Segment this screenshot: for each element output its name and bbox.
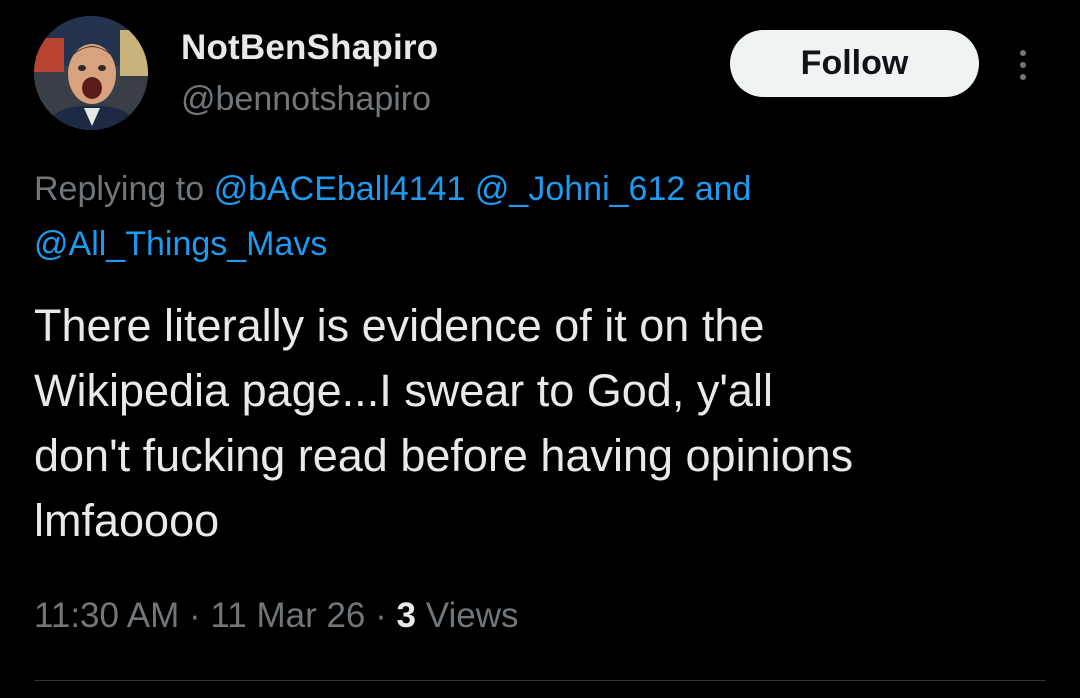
author-handle[interactable]: @bennotshapiro [181,80,431,119]
avatar[interactable] [34,16,148,130]
replying-to: Replying to @bACEball4141 @_Johni_612 an… [34,162,1034,272]
avatar-image [34,16,148,130]
tweet-card: NotBenShapiro @bennotshapiro Follow Repl… [0,0,1080,698]
more-dot-2 [1020,62,1026,68]
mention-link[interactable]: @bACEball4141 [214,170,466,208]
tweet-time[interactable]: 11:30 AM [34,596,179,635]
views-label: Views [425,596,519,635]
meta-separator: · [375,596,387,635]
author-display-name[interactable]: NotBenShapiro [181,28,438,68]
follow-button[interactable]: Follow [730,30,979,97]
replying-conjunction[interactable]: and [695,170,752,208]
meta-separator: · [189,596,201,635]
more-dot-1 [1020,50,1026,56]
tweet-date[interactable]: 11 Mar 26 [210,596,365,635]
mention-link[interactable]: @All_Things_Mavs [34,225,327,263]
mention-link[interactable]: @_Johni_612 [475,170,685,208]
replying-prefix: Replying to [34,170,205,208]
tweet-meta: 11:30 AM · 11 Mar 26 · 3 Views [34,596,518,636]
divider [34,680,1046,681]
more-dot-3 [1020,74,1026,80]
tweet-text: There literally is evidence of it on the… [34,300,854,546]
more-vertical-icon[interactable] [1008,40,1038,90]
views-count: 3 [396,596,416,635]
